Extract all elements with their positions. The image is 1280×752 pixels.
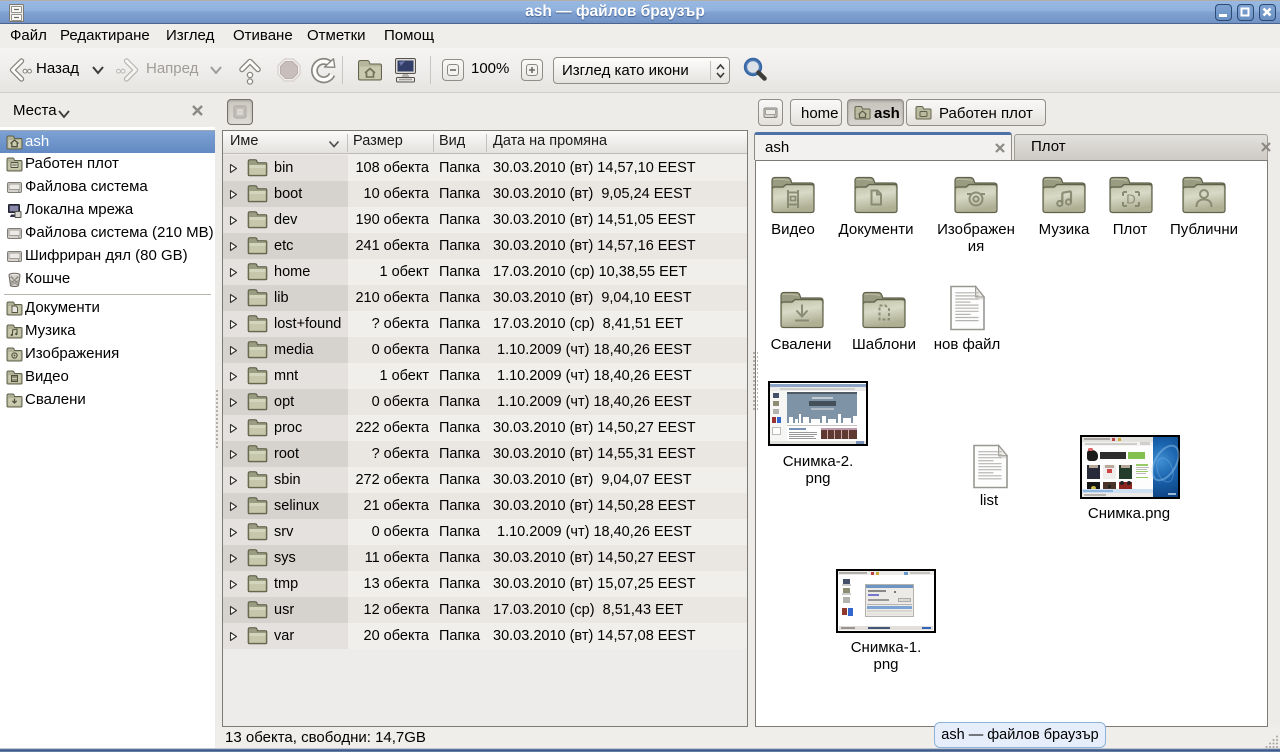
svg-text:D: D [1126,192,1135,207]
